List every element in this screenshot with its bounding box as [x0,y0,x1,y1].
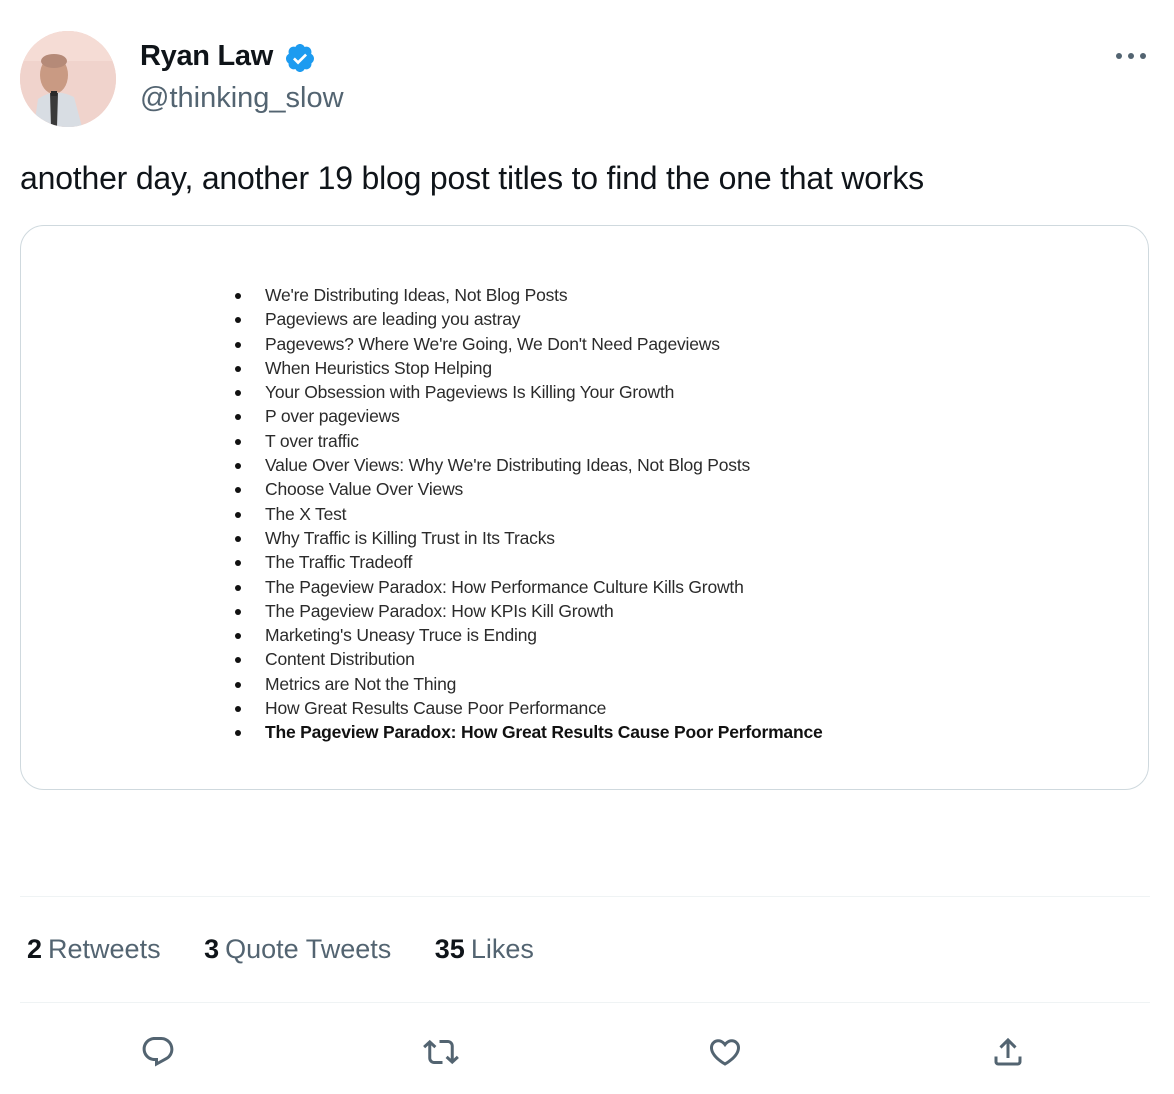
title-item: Marketing's Uneasy Truce is Ending [235,623,823,647]
likes-count: 35 [434,934,465,964]
quote-tweets-count: 3 [204,934,220,964]
author-name[interactable]: Ryan Law [140,40,273,73]
title-item: We're Distributing Ideas, Not Blog Posts [235,283,823,307]
title-item: Pagevews? Where We're Going, We Don't Ne… [235,332,823,356]
reply-icon [142,1037,174,1067]
avatar[interactable] [20,31,116,127]
tweet-text: another day, another 19 blog post titles… [20,160,924,196]
tweet-image[interactable]: We're Distributing Ideas, Not Blog Posts… [20,225,1149,790]
title-item: The Traffic Tradeoff [235,550,823,574]
title-item: Value Over Views: Why We're Distributing… [235,453,823,477]
retweets-count: 2 [27,934,43,964]
divider [20,1002,1150,1003]
reply-button[interactable] [136,1030,180,1074]
retweet-icon [423,1039,459,1065]
avatar-photo [20,31,116,127]
title-item: T over traffic [235,429,823,453]
retweets-stat[interactable]: 2 Retweets [27,934,161,965]
like-icon [709,1039,741,1066]
tweet-stats: 2 Retweets 3 Quote Tweets 35 Likes [27,934,570,965]
retweet-button[interactable] [419,1030,463,1074]
title-item: The X Test [235,502,823,526]
author-handle[interactable]: @thinking_slow [140,82,344,115]
title-item: How Great Results Cause Poor Performance [235,696,823,720]
title-item: Choose Value Over Views [235,477,823,501]
share-button[interactable] [986,1030,1030,1074]
verified-badge-icon [285,44,314,72]
likes-label: Likes [470,934,534,964]
share-icon [994,1037,1022,1066]
title-item: Why Traffic is Killing Trust in Its Trac… [235,526,823,550]
more-options-icon[interactable] [1113,44,1149,68]
title-item: Metrics are Not the Thing [235,672,823,696]
title-item: P over pageviews [235,404,823,428]
title-item: The Pageview Paradox: How Performance Cu… [235,575,823,599]
title-item: The Pageview Paradox: How KPIs Kill Grow… [235,599,823,623]
like-button[interactable] [703,1030,747,1074]
likes-stat[interactable]: 35 Likes [435,934,534,965]
title-item: When Heuristics Stop Helping [235,356,823,380]
retweets-label: Retweets [48,934,161,964]
divider [20,896,1150,897]
title-item: Pageviews are leading you astray [235,307,823,331]
title-item: Your Obsession with Pageviews Is Killing… [235,380,823,404]
title-item: Content Distribution [235,647,823,671]
title-list: We're Distributing Ideas, Not Blog Posts… [235,283,823,745]
title-item-final: The Pageview Paradox: How Great Results … [235,720,823,744]
quote-tweets-label: Quote Tweets [225,934,392,964]
quote-tweets-stat[interactable]: 3 Quote Tweets [204,934,391,965]
